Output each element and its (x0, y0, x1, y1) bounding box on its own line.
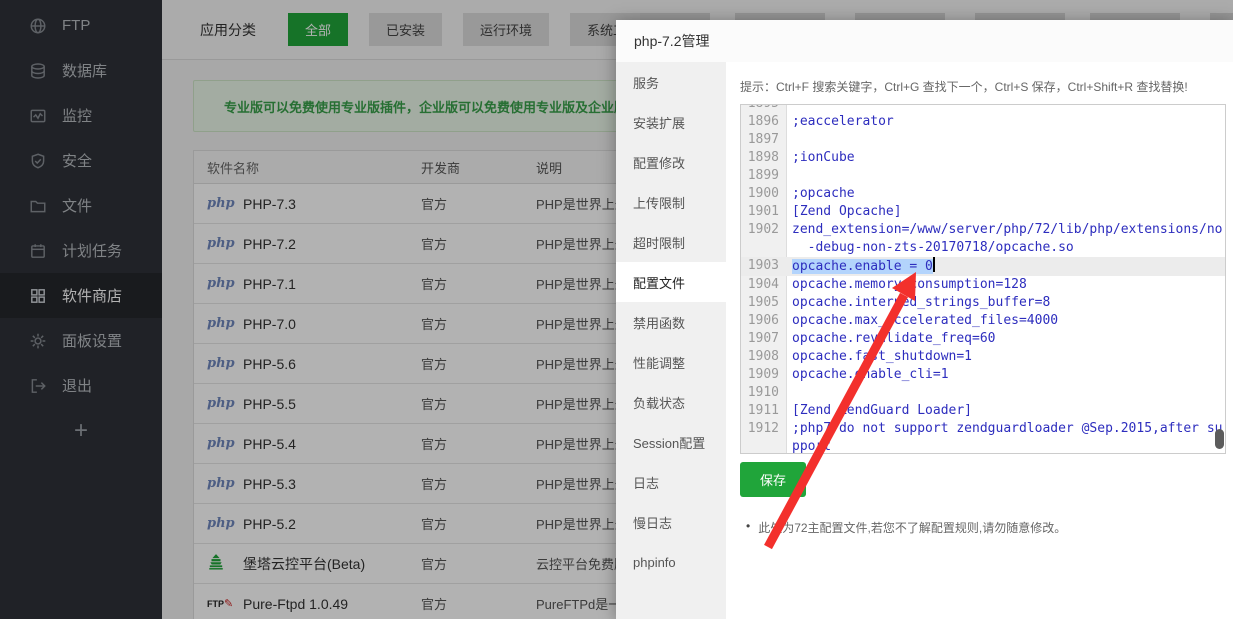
line-text: opcache.max_accelerated_files=4000 (787, 312, 1225, 330)
code-line-1904: 1904opcache.memory_consumption=128 (741, 276, 1225, 294)
code-line-1899: 1899 (741, 167, 1225, 185)
line-number: 1895 (741, 104, 787, 113)
code-line-1902: 1902zend_extension=/www/server/php/72/li… (741, 221, 1225, 257)
code-line-1896: 1896;eaccelerator (741, 113, 1225, 131)
line-number: 1904 (741, 276, 787, 294)
dialog-menu: 服务安装扩展配置修改上传限制超时限制配置文件禁用函数性能调整负载状态Sessio… (616, 62, 726, 619)
line-number: 1898 (741, 149, 787, 167)
line-text: ;php7 do not support zendguardloader @Se… (787, 420, 1225, 454)
line-text (787, 104, 1225, 113)
code-line-1907: 1907opcache.revalidate_freq=60 (741, 330, 1225, 348)
line-number: 1903 (741, 257, 787, 276)
line-number: 1911 (741, 402, 787, 420)
line-number: 1901 (741, 203, 787, 221)
dialog-title: php-7.2管理 (616, 20, 1233, 62)
dialog-menu-item-0[interactable]: 服务 (616, 62, 726, 102)
editor-scrollbar-thumb[interactable] (1215, 429, 1224, 449)
line-number: 1906 (741, 312, 787, 330)
code-line-1905: 1905opcache.interned_strings_buffer=8 (741, 294, 1225, 312)
line-number: 1896 (741, 113, 787, 131)
dialog-menu-item-5[interactable]: 配置文件 (616, 262, 726, 302)
line-number: 1912 (741, 420, 787, 454)
line-text: opcache.interned_strings_buffer=8 (787, 294, 1225, 312)
code-line-1900: 1900;opcache (741, 185, 1225, 203)
code-line-1897: 1897 (741, 131, 1225, 149)
code-line-1901: 1901[Zend Opcache] (741, 203, 1225, 221)
code-line-1903: 1903opcache.enable = 0 (741, 257, 1225, 276)
line-text (787, 384, 1225, 402)
line-number: 1905 (741, 294, 787, 312)
dialog-body: 提示：Ctrl+F 搜索关键字，Ctrl+G 查找下一个，Ctrl+S 保存，C… (726, 62, 1233, 619)
line-text: opcache.enable = 0 (787, 257, 1225, 276)
line-text: opcache.enable_cli=1 (787, 366, 1225, 384)
note-bullet: • (746, 519, 750, 536)
config-file-editor[interactable]: 18951896;eaccelerator18971898;ionCube189… (740, 104, 1226, 454)
line-text: [Zend ZendGuard Loader] (787, 402, 1225, 420)
line-text (787, 131, 1225, 149)
code-line-1912: 1912;php7 do not support zendguardloader… (741, 420, 1225, 454)
dialog-menu-item-8[interactable]: 负载状态 (616, 382, 726, 422)
line-number: 1899 (741, 167, 787, 185)
editor-hint: 提示：Ctrl+F 搜索关键字，Ctrl+G 查找下一个，Ctrl+S 保存，C… (740, 78, 1226, 95)
dialog-menu-item-6[interactable]: 禁用函数 (616, 302, 726, 342)
code-line-1911: 1911[Zend ZendGuard Loader] (741, 402, 1225, 420)
line-number: 1897 (741, 131, 787, 149)
line-number: 1909 (741, 366, 787, 384)
line-text: opcache.memory_consumption=128 (787, 276, 1225, 294)
config-note: • 此处为72主配置文件,若您不了解配置规则,请勿随意修改。 (740, 519, 1226, 536)
dialog-menu-item-10[interactable]: 日志 (616, 462, 726, 502)
line-text: zend_extension=/www/server/php/72/lib/ph… (787, 221, 1225, 257)
line-number: 1910 (741, 384, 787, 402)
line-text: ;eaccelerator (787, 113, 1225, 131)
save-button[interactable]: 保存 (740, 462, 806, 497)
line-text: ;ionCube (787, 149, 1225, 167)
code-line-1910: 1910 (741, 384, 1225, 402)
line-text (787, 167, 1225, 185)
dialog-menu-item-1[interactable]: 安装扩展 (616, 102, 726, 142)
line-number: 1908 (741, 348, 787, 366)
line-number: 1902 (741, 221, 787, 257)
code-line-1909: 1909opcache.enable_cli=1 (741, 366, 1225, 384)
note-text: 此处为72主配置文件,若您不了解配置规则,请勿随意修改。 (758, 519, 1066, 536)
dialog-menu-item-4[interactable]: 超时限制 (616, 222, 726, 262)
dialog-menu-item-12[interactable]: phpinfo (616, 542, 726, 582)
dialog-menu-item-3[interactable]: 上传限制 (616, 182, 726, 222)
code-line-1906: 1906opcache.max_accelerated_files=4000 (741, 312, 1225, 330)
line-number: 1907 (741, 330, 787, 348)
code-line-1895: 1895 (741, 104, 1225, 113)
dialog-menu-item-9[interactable]: Session配置 (616, 422, 726, 462)
text-cursor (933, 257, 935, 272)
line-number: 1900 (741, 185, 787, 203)
php-manage-dialog: php-7.2管理 服务安装扩展配置修改上传限制超时限制配置文件禁用函数性能调整… (616, 20, 1233, 619)
line-text: [Zend Opcache] (787, 203, 1225, 221)
line-text: opcache.revalidate_freq=60 (787, 330, 1225, 348)
line-text: ;opcache (787, 185, 1225, 203)
code-line-1898: 1898;ionCube (741, 149, 1225, 167)
dialog-menu-item-2[interactable]: 配置修改 (616, 142, 726, 182)
code-line-1908: 1908opcache.fast_shutdown=1 (741, 348, 1225, 366)
line-text: opcache.fast_shutdown=1 (787, 348, 1225, 366)
dialog-menu-item-11[interactable]: 慢日志 (616, 502, 726, 542)
dialog-menu-item-7[interactable]: 性能调整 (616, 342, 726, 382)
